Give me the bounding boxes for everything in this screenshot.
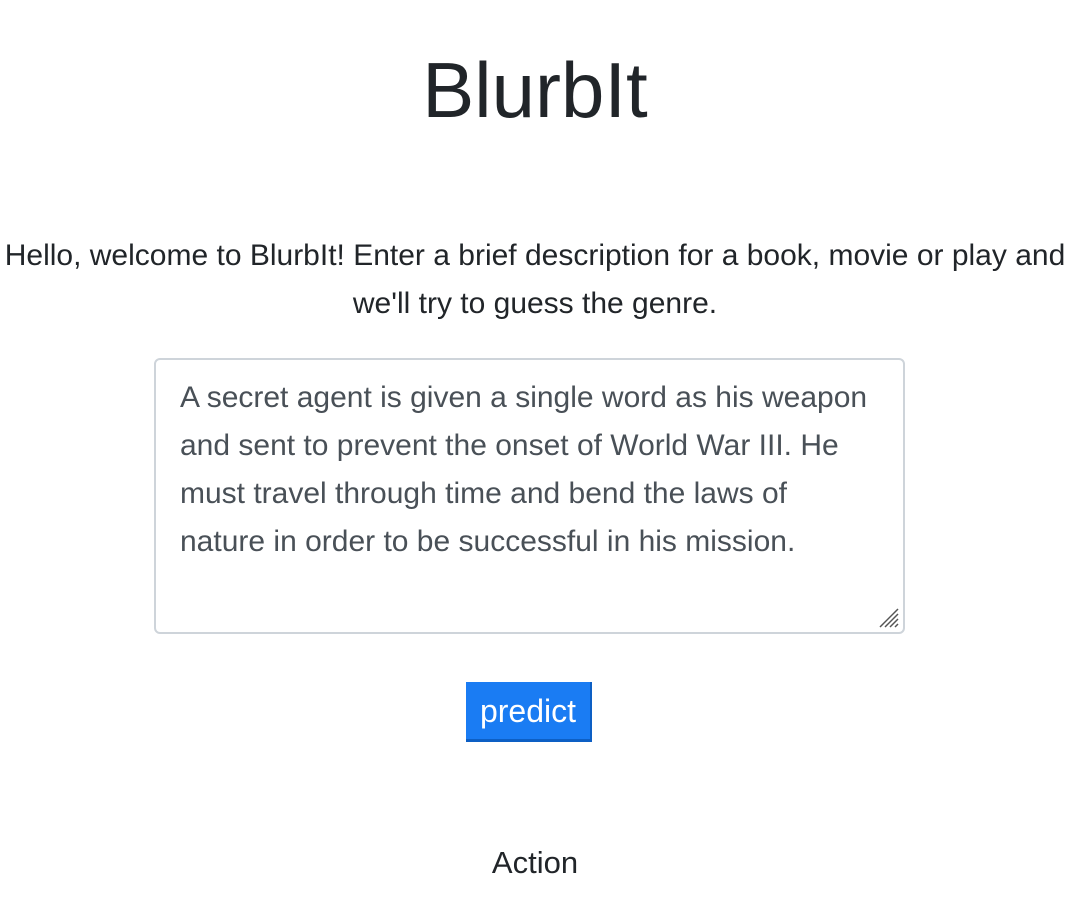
blurb-input-container: A secret agent is given a single word as… bbox=[154, 358, 905, 634]
resize-handle-icon[interactable] bbox=[876, 605, 900, 629]
blurb-textarea[interactable]: A secret agent is given a single word as… bbox=[156, 360, 903, 632]
predicted-genre: Action bbox=[491, 845, 579, 880]
page: BlurbIt Hello, welcome to BlurbIt! Enter… bbox=[0, 0, 1070, 912]
page-title: BlurbIt bbox=[422, 46, 648, 134]
predict-button[interactable]: predict bbox=[466, 682, 592, 742]
intro-text: Hello, welcome to BlurbIt! Enter a brief… bbox=[4, 239, 1066, 320]
